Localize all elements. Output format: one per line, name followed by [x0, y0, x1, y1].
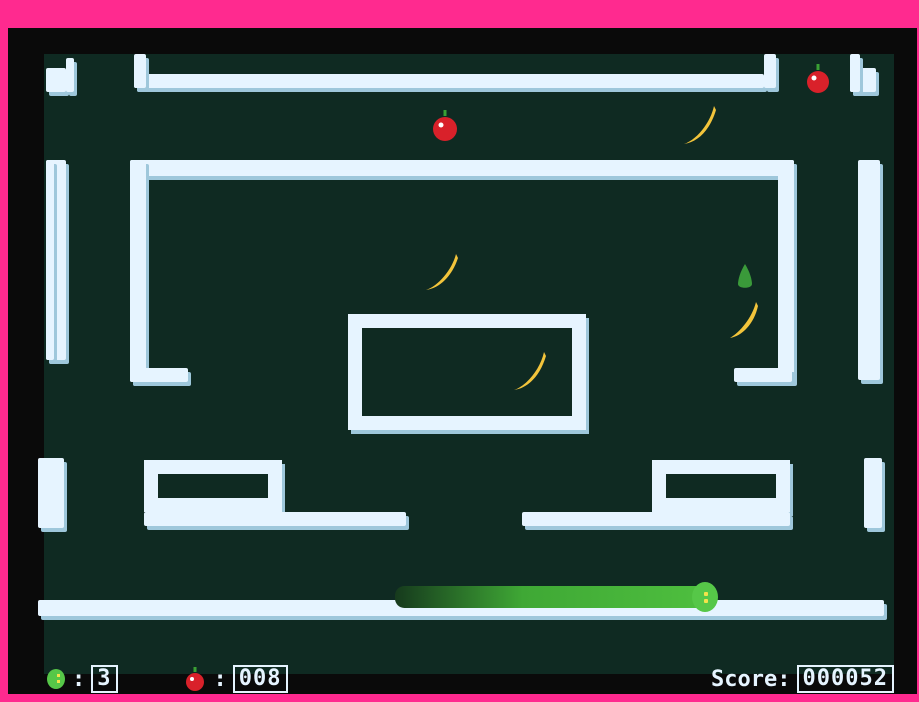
apple-counter-icon: [185, 667, 204, 691]
wall: [864, 458, 882, 528]
apple-icon: [807, 64, 829, 93]
wall: [764, 54, 776, 88]
snake-life-icon: [47, 669, 65, 689]
wall: [38, 458, 64, 528]
wall: [522, 512, 790, 526]
wall: [130, 160, 794, 176]
wall: [144, 512, 406, 526]
banana-icon: [730, 302, 758, 338]
snake-body: [395, 586, 715, 608]
apple-counter: : 008: [182, 665, 288, 693]
score-counter: Score: 000052: [711, 665, 894, 693]
wall: [858, 160, 880, 380]
snake-eye: [704, 599, 708, 603]
pear-icon: [738, 264, 752, 288]
wall: [348, 314, 586, 430]
apples-label: :: [213, 666, 227, 692]
wall: [66, 58, 74, 92]
wall: [134, 54, 146, 88]
score-label: Score:: [711, 666, 791, 692]
apple-icon: [433, 110, 457, 141]
score-value: 000052: [796, 665, 894, 693]
banana-icon: [426, 254, 458, 290]
wall: [652, 460, 790, 512]
wall: [46, 160, 54, 360]
hud-bar: : 3 : 008 Score: 000052: [44, 662, 894, 696]
banana-icon: [684, 106, 716, 144]
game-screen: : 3 : 008 Score: 000052: [8, 28, 917, 694]
apples-value: 008: [232, 665, 288, 693]
snake-eye: [704, 592, 708, 596]
wall: [734, 368, 792, 382]
wall: [130, 160, 146, 382]
snake-head: [692, 582, 718, 612]
wall: [778, 160, 794, 382]
wall: [46, 68, 66, 92]
wall: [130, 368, 188, 382]
lives-counter: : 3: [44, 665, 118, 693]
wall: [144, 460, 282, 512]
lives-value: 3: [91, 665, 118, 693]
wall: [850, 54, 860, 92]
wall: [134, 74, 764, 88]
banana-icon: [514, 352, 546, 390]
lives-label: :: [72, 666, 86, 692]
